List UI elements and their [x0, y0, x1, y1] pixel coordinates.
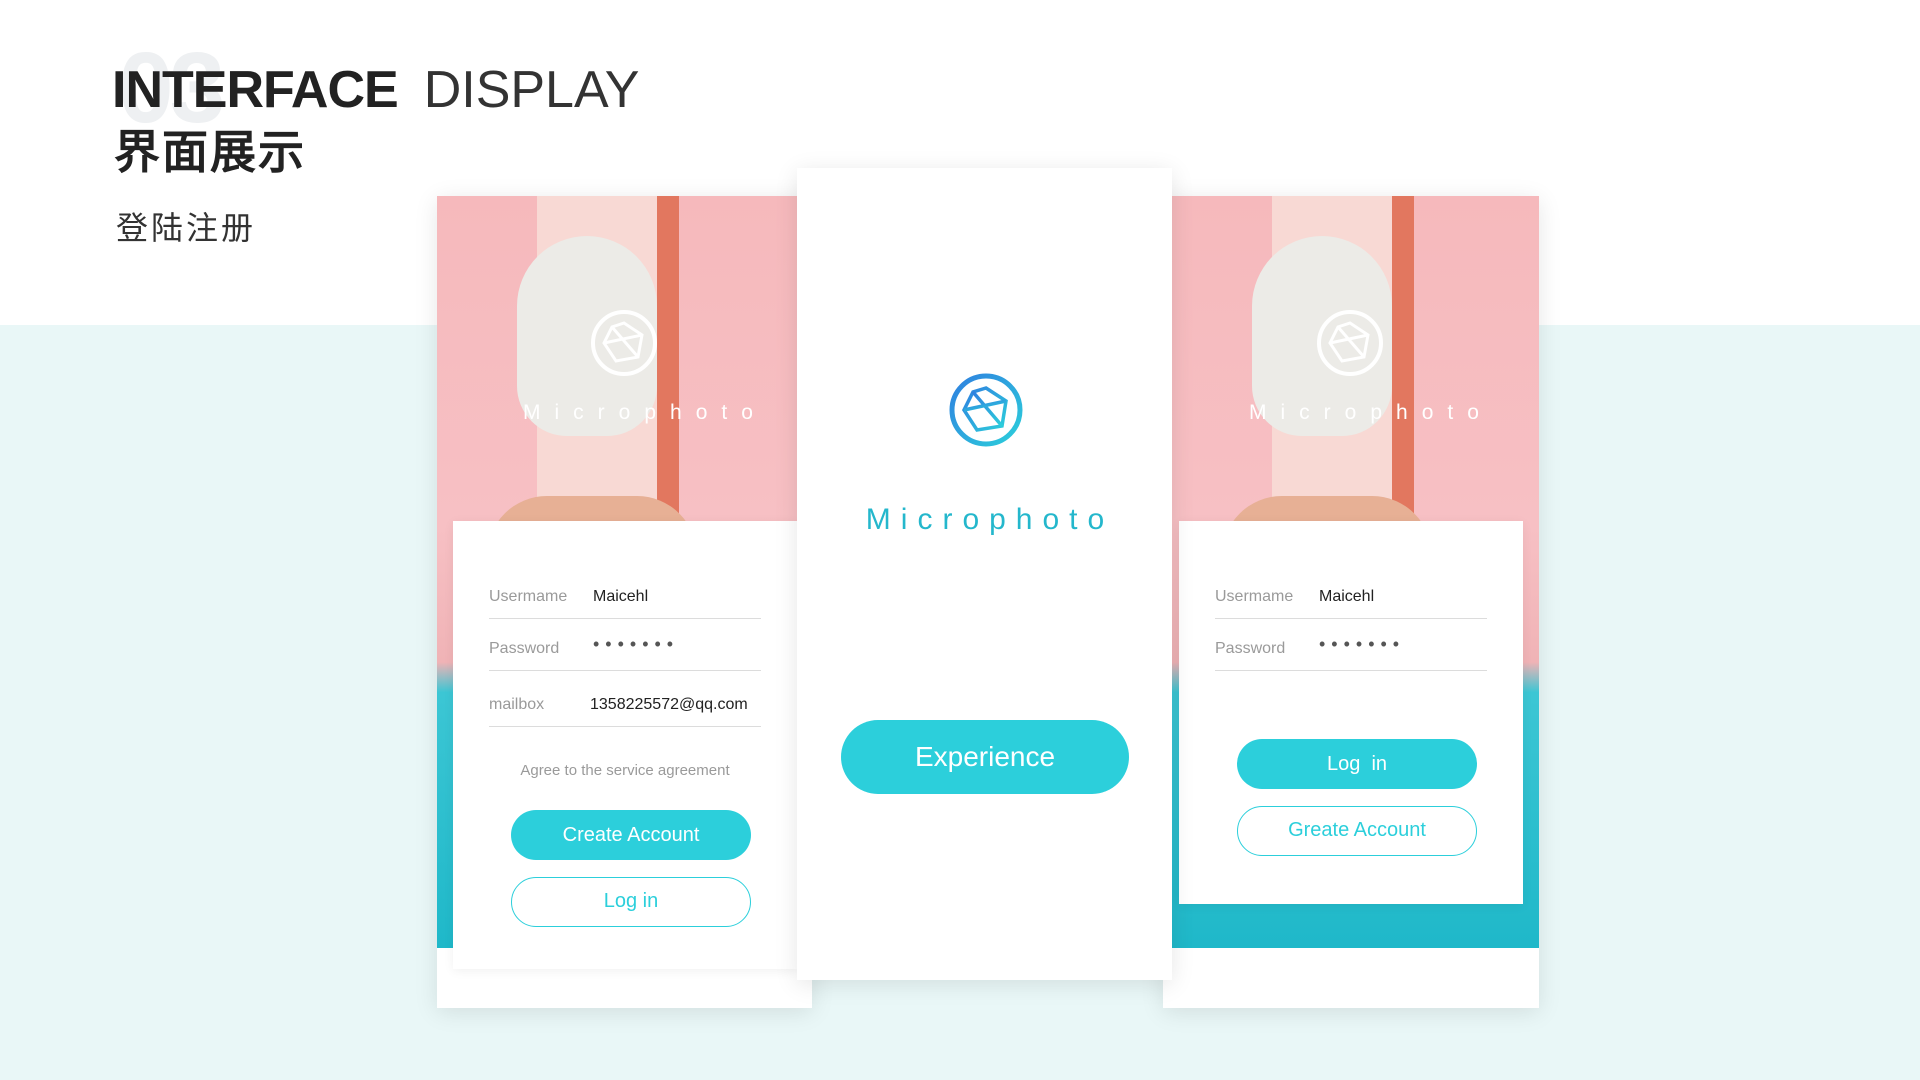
login-button[interactable]: Log in	[511, 877, 751, 927]
email-field[interactable]: mailbox 1358225572@qq.com	[489, 686, 761, 727]
experience-button[interactable]: Experience	[841, 720, 1129, 794]
page-title-cn: 界面展示	[114, 125, 306, 179]
create-account-button[interactable]: Greate Account	[1237, 806, 1477, 856]
splash-screen-frame	[797, 168, 1172, 980]
field-value: Maicehl	[1319, 588, 1375, 605]
camera-aperture-icon	[949, 373, 1023, 447]
create-account-button[interactable]: Create Account	[511, 810, 751, 860]
login-button[interactable]: Log in	[1237, 739, 1477, 789]
password-field[interactable]: Password •••••••	[1215, 630, 1487, 671]
field-label: Password	[1215, 640, 1286, 657]
camera-aperture-icon	[1317, 310, 1383, 376]
page-title: INTERFACE DISPLAY	[112, 64, 639, 116]
field-label: Password	[489, 640, 560, 657]
brand-name: Microphoto	[523, 401, 767, 424]
username-field[interactable]: Usermame Maicehl	[489, 578, 761, 619]
brand-name: Microphoto	[865, 503, 1115, 536]
field-value: 1358225572@qq.com	[590, 696, 748, 713]
password-dots: •••••••	[593, 634, 680, 654]
field-value: Maicehl	[593, 588, 649, 605]
section-subtitle: 登陆注册	[116, 209, 257, 247]
brand-name: Microphoto	[1249, 401, 1493, 424]
title-bold: INTERFACE	[112, 61, 399, 119]
username-field[interactable]: Usermame Maicehl	[1215, 578, 1487, 619]
camera-aperture-icon	[591, 310, 657, 376]
field-label: Usermame	[489, 588, 568, 605]
service-agreement-link[interactable]: Agree to the service agreement	[489, 762, 761, 779]
field-label: Usermame	[1215, 588, 1294, 605]
title-light: DISPLAY	[423, 61, 640, 119]
password-dots: •••••••	[1319, 634, 1406, 654]
password-field[interactable]: Password •••••••	[489, 630, 761, 671]
field-label: mailbox	[489, 696, 545, 713]
